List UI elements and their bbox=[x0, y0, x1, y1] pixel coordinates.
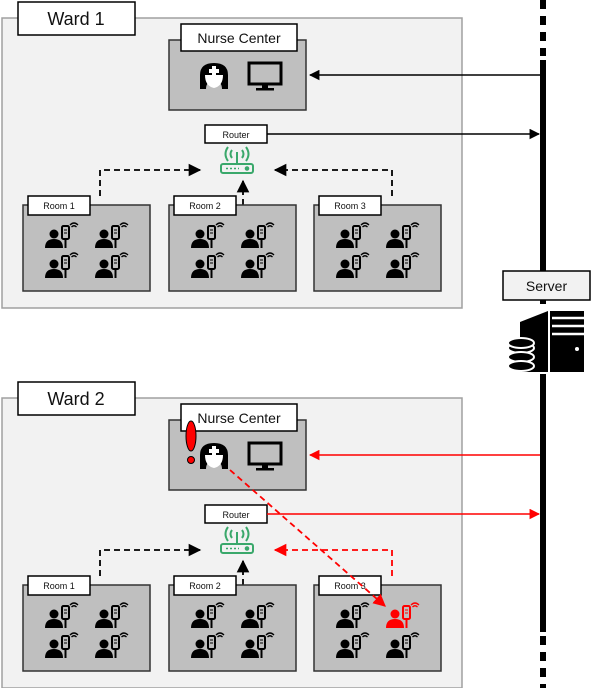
nurse-center: Nurse Center bbox=[168, 23, 307, 111]
room-box bbox=[168, 584, 297, 672]
monitor-neck bbox=[262, 84, 268, 88]
room-1: Room 1 bbox=[22, 575, 151, 672]
alert-dot bbox=[187, 456, 195, 464]
ward-title: Ward 2 bbox=[47, 389, 104, 409]
server: Server bbox=[502, 270, 591, 374]
room-box bbox=[313, 204, 442, 292]
database-icon bbox=[507, 337, 535, 372]
router-led bbox=[244, 546, 250, 551]
monitor-base bbox=[256, 468, 274, 471]
router-led bbox=[244, 166, 250, 171]
nurse-center-label: Nurse Center bbox=[197, 30, 281, 46]
room-box bbox=[22, 204, 151, 292]
room-1: Room 1 bbox=[22, 195, 151, 292]
room-3: Room 3 bbox=[313, 195, 442, 292]
alert-bar bbox=[185, 420, 197, 452]
nurse-icon bbox=[200, 63, 228, 89]
ward-title: Ward 1 bbox=[47, 9, 104, 29]
room-2: Room 2 bbox=[168, 195, 297, 292]
server-label: Server bbox=[526, 278, 568, 294]
server-tower-front bbox=[550, 311, 584, 372]
room-label: Room 2 bbox=[189, 581, 221, 591]
database-top bbox=[507, 337, 535, 349]
ward-1: Ward 1 Nurse Center Router Room 1 Room 2 Room… bbox=[1, 1, 541, 309]
router-label: Router bbox=[222, 130, 249, 140]
server-led bbox=[575, 347, 579, 351]
router-label: Router bbox=[222, 510, 249, 520]
room-2: Room 2 bbox=[168, 575, 297, 672]
room-label: Room 3 bbox=[334, 201, 366, 211]
ward-2: Ward 2 Nurse Center Router Room 1 Room 2 Room… bbox=[1, 381, 541, 688]
room-label: Room 1 bbox=[43, 201, 75, 211]
nurse-center-label: Nurse Center bbox=[197, 410, 281, 426]
hospital-network-diagram: Server Ward 1 Nurse Center Router Room 1 Room… bbox=[1, 0, 591, 688]
database-disk bbox=[507, 360, 535, 372]
room-label: Room 2 bbox=[189, 201, 221, 211]
monitor-base bbox=[256, 88, 274, 91]
server-icon bbox=[507, 304, 584, 374]
room-box bbox=[22, 584, 151, 672]
room-label: Room 1 bbox=[43, 581, 75, 591]
room-3: Room 3 bbox=[313, 575, 442, 672]
room-box bbox=[168, 204, 297, 292]
room-box bbox=[313, 584, 442, 672]
nurse-icon bbox=[200, 443, 228, 469]
monitor-neck bbox=[262, 464, 268, 468]
